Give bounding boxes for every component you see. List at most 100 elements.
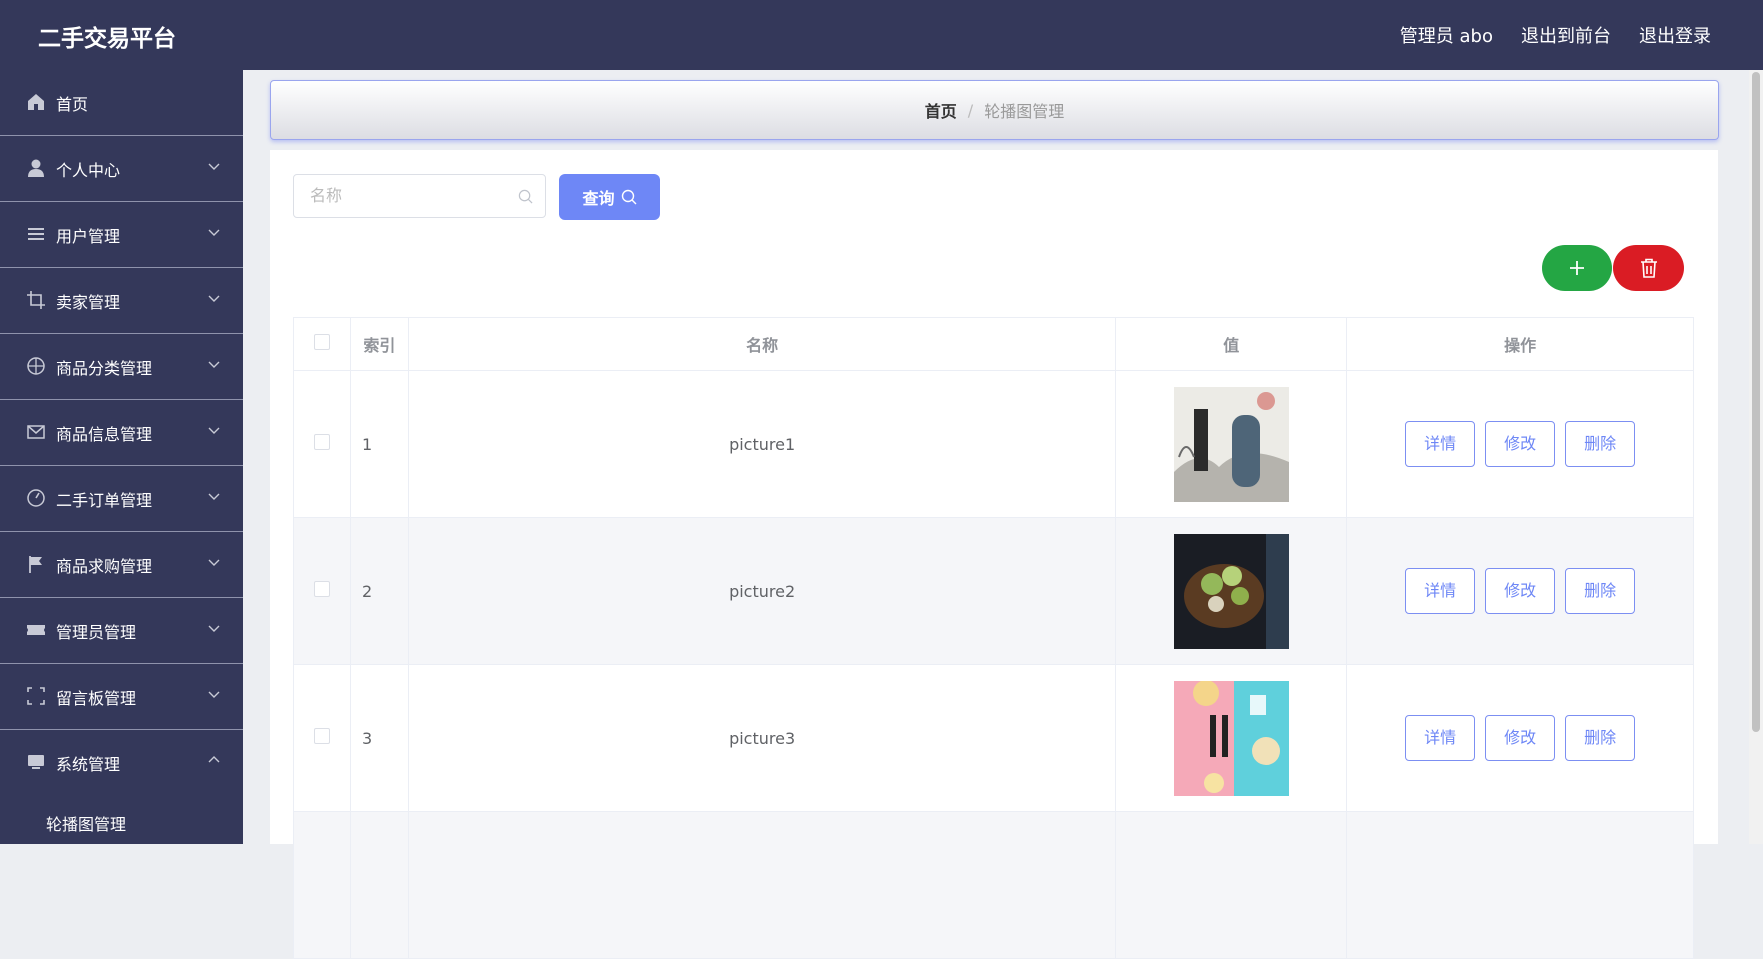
search-placeholder: 名称 [310, 186, 343, 205]
admin-user-label[interactable]: 管理员 abo [1400, 22, 1493, 48]
detail-button[interactable]: 详情 [1405, 421, 1476, 467]
flag-icon [29, 556, 42, 573]
select-all-cell [293, 317, 351, 371]
sidebar-item-personal-center[interactable]: 个人中心 [0, 136, 243, 202]
sidebar-item-label: 二手订单管理 [56, 490, 153, 510]
chevron-down-icon [208, 625, 220, 632]
row-value [1115, 664, 1348, 812]
detail-button[interactable]: 详情 [1405, 715, 1476, 761]
sidebar-item-label: 用户管理 [56, 226, 121, 246]
ticket-icon [27, 625, 45, 635]
sidebar-item-label: 管理员管理 [56, 622, 137, 642]
row-value [1115, 517, 1348, 665]
row-checkbox[interactable] [313, 581, 330, 597]
logout-link[interactable]: 退出登录 [1639, 22, 1711, 48]
sidebar-item-order-management[interactable]: 二手订单管理 [0, 466, 243, 532]
user-icon [28, 159, 44, 177]
sidebar-item-label: 个人中心 [56, 160, 121, 180]
sidebar-item-label: 卖家管理 [56, 292, 121, 312]
chevron-down-icon [208, 691, 220, 698]
delete-button[interactable]: 删除 [1565, 568, 1636, 614]
header-value: 值 [1115, 317, 1348, 371]
chevron-down-icon [208, 559, 220, 566]
exit-to-front-link[interactable]: 退出到前台 [1521, 22, 1611, 48]
page-scrollbar[interactable] [1749, 70, 1763, 844]
sidebar-item-message-board-management[interactable]: 留言板管理 [0, 664, 243, 730]
delete-button[interactable]: 删除 [1565, 715, 1636, 761]
edit-button[interactable]: 修改 [1485, 715, 1556, 761]
edit-button[interactable]: 修改 [1485, 421, 1556, 467]
table-row: 2 picture2 详情 修改 删除 [293, 517, 1694, 665]
sidebar: 首页 个人中心 用户管理 卖家管理 商品分类管理 商品信息管理 二手订单管理 商… [0, 70, 243, 844]
carousel-table: 索引 名称 值 操作 1 picture1 详情 修改 删除 2 picture… [293, 317, 1694, 959]
mail-icon [27, 425, 45, 439]
sidebar-item-category-management[interactable]: 商品分类管理 [0, 334, 243, 400]
search-input[interactable]: 名称 [293, 174, 546, 218]
chevron-down-icon [208, 493, 220, 500]
frame-icon [27, 687, 45, 705]
query-button[interactable]: 查询 [559, 174, 660, 220]
row-index-cell [349, 811, 409, 959]
sidebar-subitem-carousel-management[interactable]: 轮播图管理 [0, 795, 243, 844]
search-icon [518, 189, 533, 204]
chevron-down-icon [208, 427, 220, 434]
plus-icon [1570, 261, 1584, 275]
row-checkbox-cell [293, 811, 351, 959]
chevron-up-icon [208, 756, 220, 763]
row-name-cell [407, 811, 1117, 959]
sidebar-item-label: 留言板管理 [56, 688, 137, 708]
header-name: 名称 [407, 317, 1117, 371]
header-actions: 管理员 abo 退出到前台 退出登录 [1400, 22, 1711, 48]
detail-button[interactable]: 详情 [1405, 568, 1476, 614]
edit-button[interactable]: 修改 [1485, 568, 1556, 614]
batch-delete-button[interactable] [1613, 245, 1684, 291]
sidebar-item-label: 首页 [56, 94, 89, 114]
sidebar-item-product-info-management[interactable]: 商品信息管理 [0, 400, 243, 466]
breadcrumb-separator: / [967, 100, 974, 120]
monitor-icon [28, 755, 44, 769]
row-index: 2 [349, 517, 409, 665]
row-actions-cell [1346, 811, 1694, 959]
crop-icon [27, 291, 45, 309]
chevron-down-icon [208, 361, 220, 368]
carousel-thumbnail-image[interactable] [1173, 533, 1289, 649]
carousel-thumbnail-image[interactable] [1173, 386, 1289, 502]
row-index: 1 [349, 370, 409, 518]
row-actions: 详情 修改 删除 [1346, 370, 1694, 518]
delete-button[interactable]: 删除 [1565, 421, 1636, 467]
app-title: 二手交易平台 [38, 26, 176, 52]
chevron-down-icon [208, 163, 220, 170]
gauge-icon [27, 489, 45, 507]
row-name: picture2 [407, 517, 1117, 665]
table-row: 3 picture3 详情 修改 删除 [293, 664, 1694, 812]
row-checkbox-cell [293, 517, 351, 665]
sidebar-item-admin-management[interactable]: 管理员管理 [0, 598, 243, 664]
sidebar-item-label: 商品求购管理 [56, 556, 153, 576]
sidebar-item-system-management[interactable]: 系统管理 [0, 730, 243, 795]
row-value [1115, 370, 1348, 518]
sidebar-item-home[interactable]: 首页 [0, 70, 243, 136]
header-index: 索引 [349, 317, 409, 371]
trash-icon [1640, 258, 1657, 278]
sidebar-item-label: 商品信息管理 [56, 424, 153, 444]
sidebar-item-purchase-request-management[interactable]: 商品求购管理 [0, 532, 243, 598]
sidebar-subitem-label: 轮播图管理 [46, 815, 127, 834]
row-name: picture1 [407, 370, 1117, 518]
home-icon [28, 94, 44, 110]
row-checkbox-cell [293, 370, 351, 518]
carousel-thumbnail-image[interactable] [1173, 680, 1289, 796]
row-checkbox[interactable] [313, 434, 330, 450]
query-button-label: 查询 [582, 189, 615, 208]
row-checkbox[interactable] [313, 728, 330, 744]
scrollbar-thumb[interactable] [1752, 72, 1760, 732]
search-icon [621, 189, 636, 205]
sidebar-item-user-management[interactable]: 用户管理 [0, 202, 243, 268]
breadcrumb-home[interactable]: 首页 [925, 98, 957, 122]
select-all-checkbox[interactable] [313, 334, 330, 350]
top-header: 二手交易平台 管理员 abo 退出到前台 退出登录 [0, 0, 1763, 70]
add-button[interactable] [1542, 245, 1612, 291]
header-actions: 操作 [1346, 317, 1694, 371]
sidebar-item-seller-management[interactable]: 卖家管理 [0, 268, 243, 334]
row-actions: 详情 修改 删除 [1346, 664, 1694, 812]
row-actions: 详情 修改 删除 [1346, 517, 1694, 665]
